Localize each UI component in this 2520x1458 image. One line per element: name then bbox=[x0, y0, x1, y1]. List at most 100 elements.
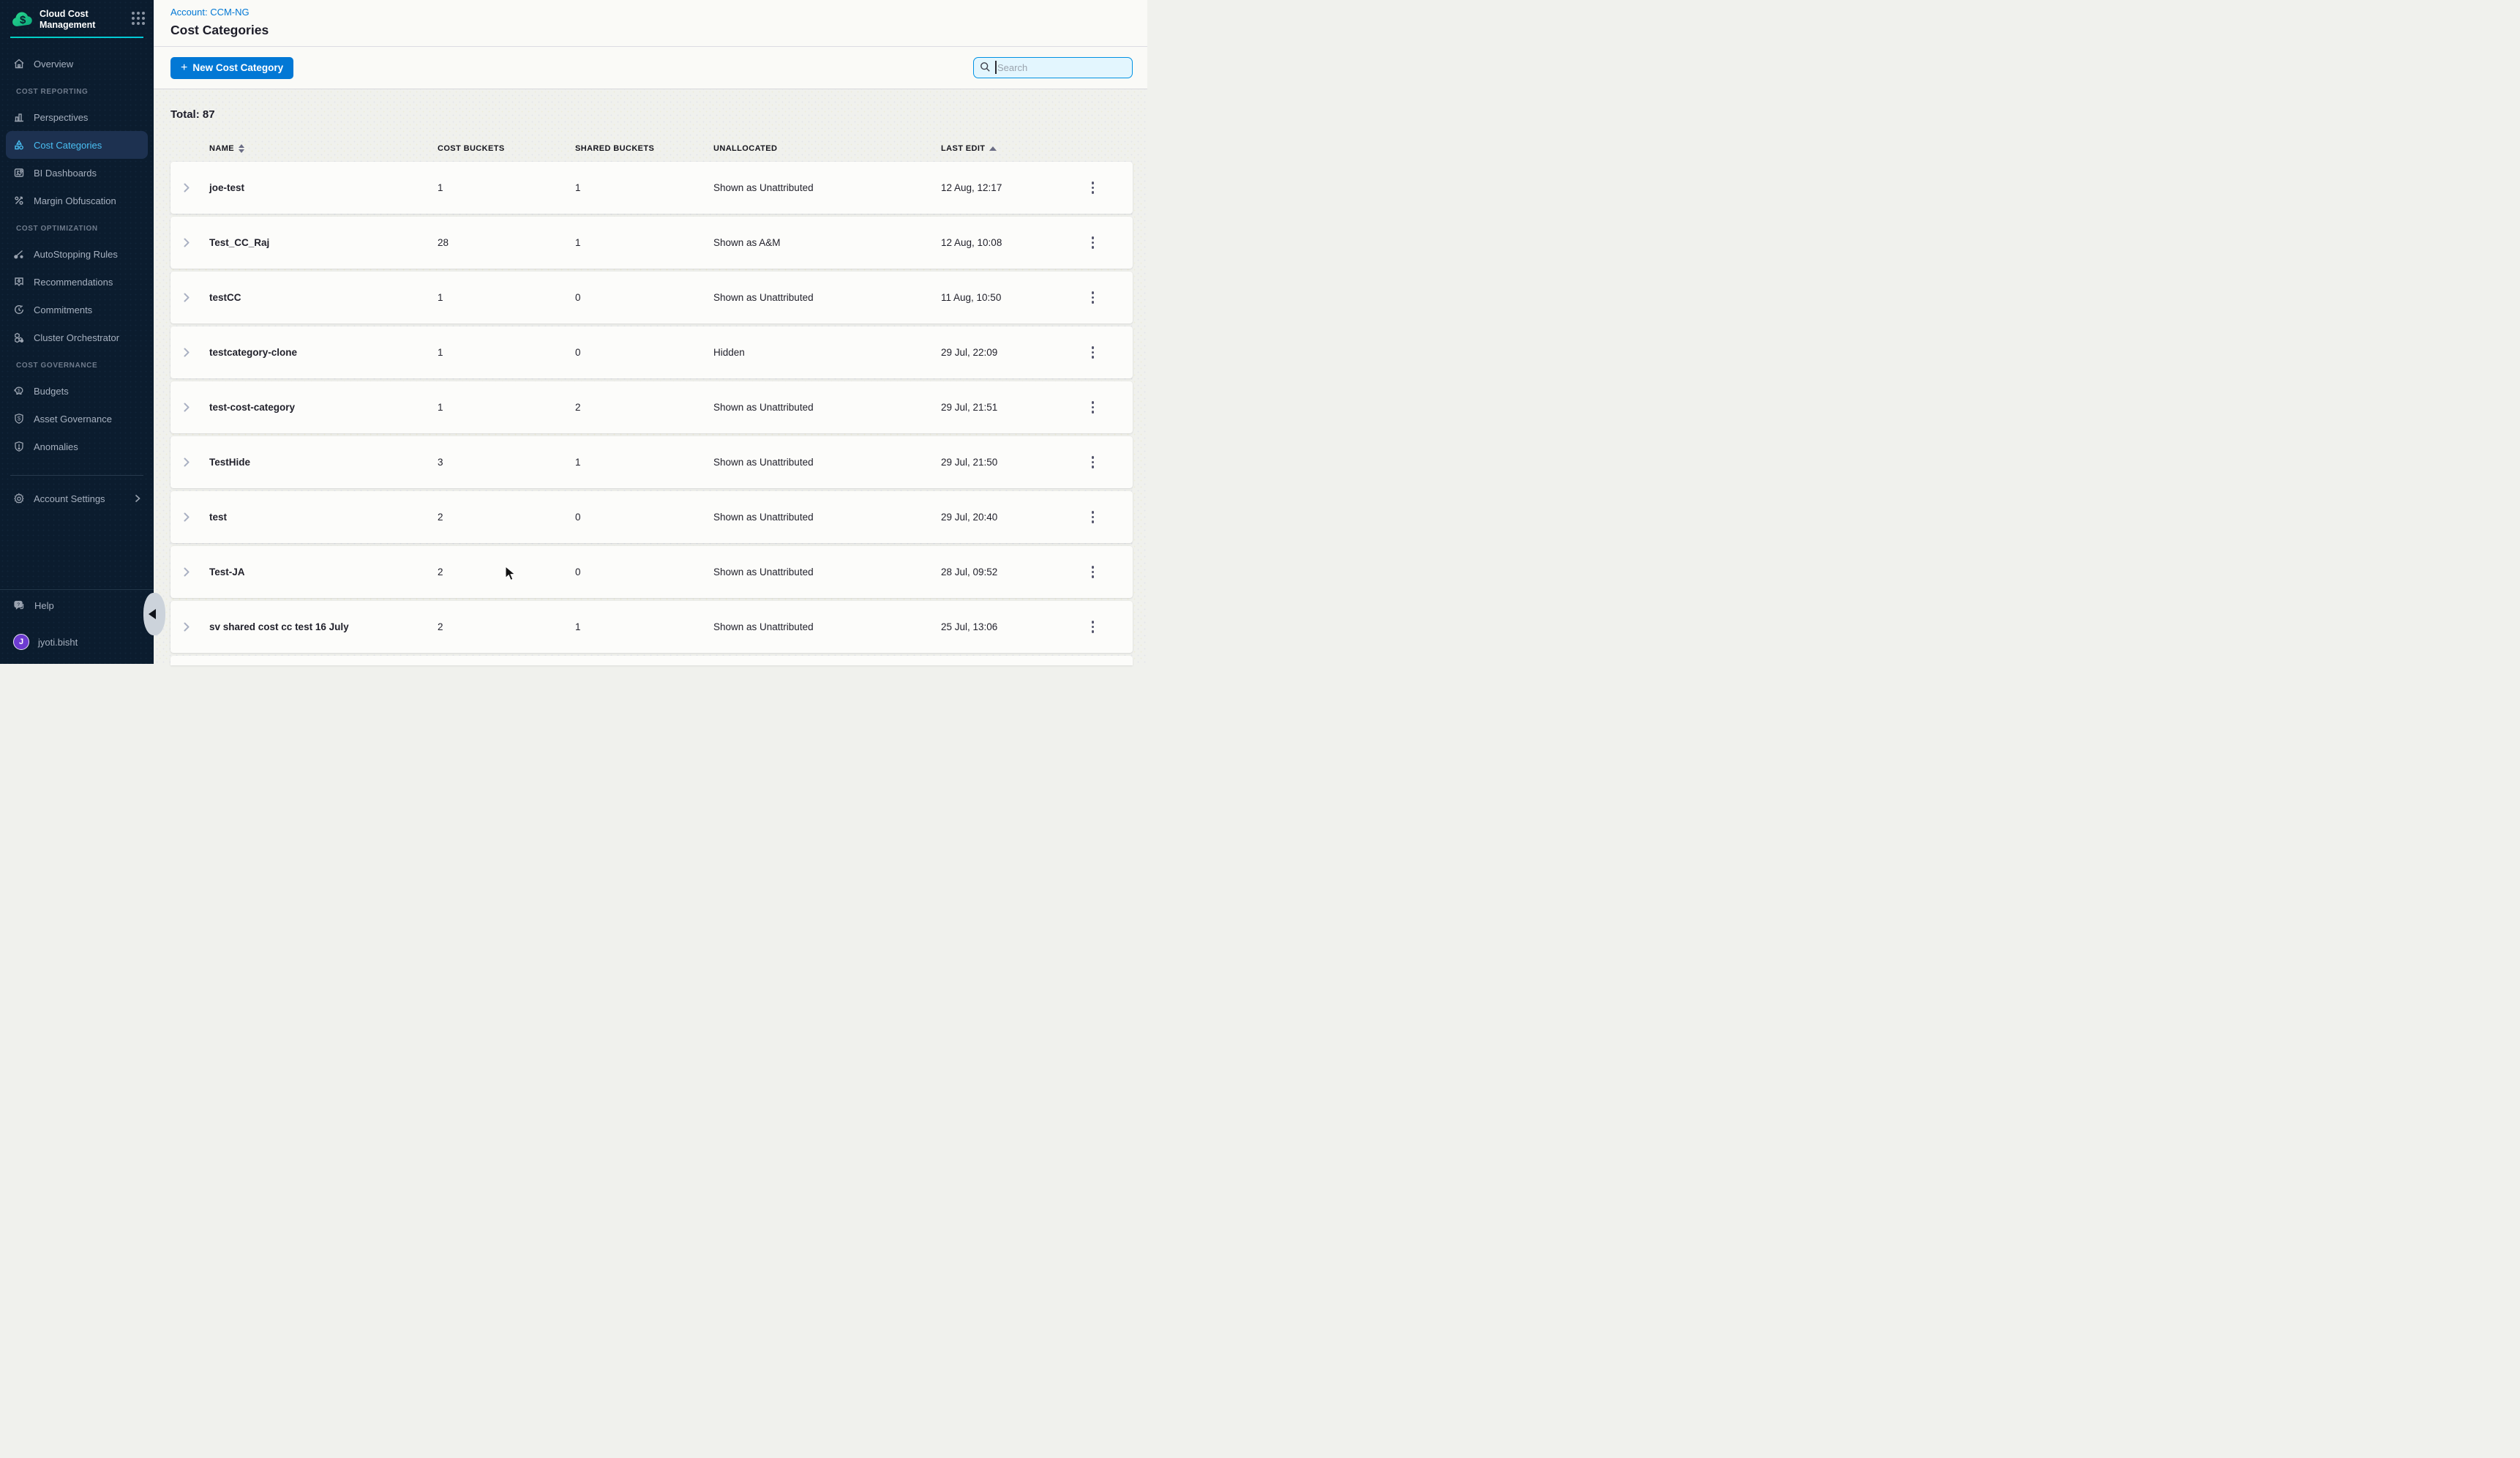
row-cost-buckets: 1 bbox=[438, 402, 575, 413]
row-shared-buckets: 1 bbox=[575, 237, 713, 248]
row-last-edit: 25 Jul, 13:06 bbox=[941, 621, 1065, 632]
sidebar-item-commitments[interactable]: Commitments bbox=[6, 296, 148, 324]
column-header-shared-buckets[interactable]: SHARED BUCKETS bbox=[575, 144, 713, 153]
sidebar-item-label: Commitments bbox=[34, 304, 92, 315]
bar-chart-icon bbox=[13, 111, 25, 123]
table-row[interactable]: sv shared cost cc test 16 July 2 1 Shown… bbox=[170, 601, 1133, 653]
row-last-edit: 29 Jul, 22:09 bbox=[941, 347, 1065, 358]
search-input[interactable] bbox=[973, 57, 1133, 78]
sidebar-item-anomalies[interactable]: Anomalies bbox=[6, 433, 148, 460]
row-last-edit: 12 Aug, 12:17 bbox=[941, 182, 1065, 193]
row-unallocated: Shown as A&M bbox=[713, 237, 941, 248]
sidebar-item-bi-dashboards[interactable]: BI Dashboards bbox=[6, 159, 148, 187]
row-unallocated: Shown as Unattributed bbox=[713, 182, 941, 193]
column-header-cost-buckets[interactable]: COST BUCKETS bbox=[438, 144, 575, 153]
sidebar-item-perspectives[interactable]: Perspectives bbox=[6, 103, 148, 131]
sidebar-item-label: Cluster Orchestrator bbox=[34, 332, 119, 343]
row-shared-buckets: 0 bbox=[575, 347, 713, 358]
sidebar-item-cost-categories[interactable]: Cost Categories bbox=[6, 131, 148, 159]
sidebar-item-label: AutoStopping Rules bbox=[34, 249, 118, 260]
help-chat-icon: ? bbox=[13, 599, 26, 611]
row-cost-buckets: 2 bbox=[438, 567, 575, 577]
sidebar-item-budgets[interactable]: $ Budgets bbox=[6, 377, 148, 405]
svg-text:$: $ bbox=[18, 388, 20, 393]
row-last-edit: 12 Aug, 10:08 bbox=[941, 237, 1065, 248]
table-row[interactable]: Test_CC_Raj 28 1 Shown as A&M 12 Aug, 10… bbox=[170, 217, 1133, 269]
row-actions-kebab-icon[interactable] bbox=[1087, 561, 1099, 583]
table-row[interactable]: testcategory-clone 1 0 Hidden 29 Jul, 22… bbox=[170, 326, 1133, 378]
sidebar-item-label: Perspectives bbox=[34, 112, 88, 123]
row-actions-kebab-icon[interactable] bbox=[1087, 506, 1099, 528]
row-actions-kebab-icon[interactable] bbox=[1087, 616, 1099, 638]
sidebar-item-recommendations[interactable]: Recommendations bbox=[6, 268, 148, 296]
row-shared-buckets: 1 bbox=[575, 457, 713, 468]
search-box bbox=[973, 57, 1133, 78]
table-row[interactable]: test 2 0 Shown as Unattributed 29 Jul, 2… bbox=[170, 491, 1133, 543]
row-actions-kebab-icon[interactable] bbox=[1087, 177, 1099, 198]
row-cost-buckets: 28 bbox=[438, 237, 575, 248]
logo-row: $ Cloud Cost Management bbox=[0, 0, 154, 31]
app-switcher-grid-icon[interactable] bbox=[132, 12, 145, 25]
row-actions-kebab-icon[interactable] bbox=[1087, 342, 1099, 363]
row-actions-kebab-icon[interactable] bbox=[1087, 287, 1099, 308]
text-caret bbox=[995, 61, 997, 74]
breadcrumb-account-link[interactable]: Account: CCM-NG bbox=[170, 7, 1147, 18]
chevron-right-icon bbox=[183, 621, 190, 632]
new-cost-category-button[interactable]: + New Cost Category bbox=[170, 57, 293, 79]
row-actions-kebab-icon[interactable] bbox=[1087, 452, 1099, 473]
row-expand-chevron[interactable] bbox=[183, 182, 209, 193]
sidebar-item-asset-governance[interactable]: $ Asset Governance bbox=[6, 405, 148, 433]
table-row[interactable]: test-cost-category 1 2 Shown as Unattrib… bbox=[170, 381, 1133, 433]
row-expand-chevron[interactable] bbox=[183, 402, 209, 413]
row-name: testCC bbox=[209, 292, 438, 303]
row-expand-chevron[interactable] bbox=[183, 567, 209, 577]
chevron-right-icon bbox=[183, 182, 190, 193]
plus-icon: + bbox=[181, 61, 187, 75]
sidebar-item-autostopping-rules[interactable]: AutoStopping Rules bbox=[6, 240, 148, 268]
sidebar-collapse-handle[interactable] bbox=[143, 593, 165, 635]
row-actions-kebab-icon[interactable] bbox=[1087, 397, 1099, 418]
row-name: sv shared cost cc test 16 July bbox=[209, 621, 438, 632]
sidebar-divider bbox=[10, 475, 143, 476]
new-cost-category-label: New Cost Category bbox=[192, 62, 283, 73]
table-row[interactable]: TestHide 3 1 Shown as Unattributed 29 Ju… bbox=[170, 436, 1133, 488]
avatar: J bbox=[13, 634, 29, 650]
sidebar-item-help[interactable]: ? Help bbox=[6, 591, 148, 619]
sidebar-item-cluster-orchestrator[interactable]: Cluster Orchestrator bbox=[6, 324, 148, 351]
sidebar-item-label: Budgets bbox=[34, 386, 69, 397]
sidebar-item-margin-obfuscation[interactable]: Margin Obfuscation bbox=[6, 187, 148, 214]
sidebar-item-overview[interactable]: Overview bbox=[6, 50, 148, 78]
table-row[interactable]: Test-JA 2 0 Shown as Unattributed 28 Jul… bbox=[170, 546, 1133, 598]
sidebar-item-account-settings[interactable]: Account Settings bbox=[6, 485, 148, 512]
column-header-unallocated[interactable]: UNALLOCATED bbox=[713, 144, 941, 153]
home-icon bbox=[13, 58, 25, 70]
table-row[interactable]: joe-test 1 1 Shown as Unattributed 12 Au… bbox=[170, 162, 1133, 214]
cloud-cost-logo-icon: $ bbox=[12, 10, 34, 29]
table-row[interactable]: testCC 1 0 Shown as Unattributed 11 Aug,… bbox=[170, 272, 1133, 324]
chevron-right-icon bbox=[183, 512, 190, 523]
row-shared-buckets: 0 bbox=[575, 512, 713, 523]
sidebar-nav: Overview COST REPORTING Perspectives Cos… bbox=[0, 50, 154, 664]
row-expand-chevron[interactable] bbox=[183, 237, 209, 248]
user-menu[interactable]: J jyoti.bisht bbox=[6, 628, 148, 656]
row-last-edit: 29 Jul, 21:50 bbox=[941, 457, 1065, 468]
row-expand-chevron[interactable] bbox=[183, 347, 209, 358]
table-row-partial[interactable] bbox=[170, 656, 1133, 665]
row-cost-buckets: 2 bbox=[438, 621, 575, 632]
table-header-row: NAME COST BUCKETS SHARED BUCKETS UNALLOC… bbox=[170, 138, 1133, 159]
sort-both-icon[interactable] bbox=[239, 144, 244, 153]
row-expand-chevron[interactable] bbox=[183, 292, 209, 303]
row-cost-buckets: 3 bbox=[438, 457, 575, 468]
column-header-name[interactable]: NAME bbox=[209, 144, 438, 153]
cluster-orchestrator-icon bbox=[13, 332, 25, 343]
row-expand-chevron[interactable] bbox=[183, 512, 209, 523]
section-cost-governance: COST GOVERNANCE bbox=[16, 362, 154, 370]
row-expand-chevron[interactable] bbox=[183, 621, 209, 632]
column-header-last-edit[interactable]: LAST EDIT bbox=[941, 144, 1065, 153]
row-last-edit: 29 Jul, 21:51 bbox=[941, 402, 1065, 413]
row-unallocated: Hidden bbox=[713, 347, 941, 358]
row-actions-kebab-icon[interactable] bbox=[1087, 232, 1099, 253]
table-body: joe-test 1 1 Shown as Unattributed 12 Au… bbox=[170, 162, 1133, 665]
budgets-icon: $ bbox=[13, 385, 25, 397]
row-expand-chevron[interactable] bbox=[183, 457, 209, 468]
